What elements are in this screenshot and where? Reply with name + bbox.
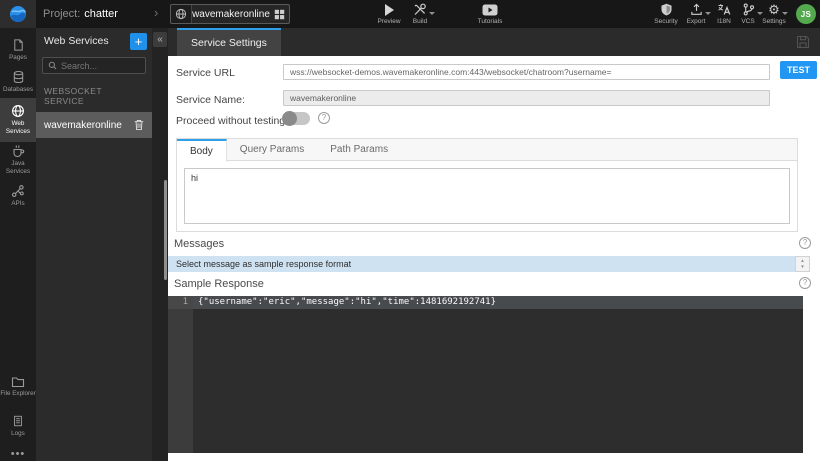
- tab-service-settings[interactable]: Service Settings: [177, 28, 281, 56]
- folder-icon: [11, 377, 25, 388]
- sidebar-item-java-services[interactable]: Java Services: [0, 140, 36, 180]
- panel-collapse-strip: «: [152, 28, 168, 461]
- save-icon[interactable]: [796, 35, 810, 49]
- page-icon: [13, 39, 23, 51]
- service-url-label: Service URL: [176, 67, 235, 79]
- project-breadcrumb: Project: chatter: [43, 0, 118, 28]
- sidebar-item-label: Web Services: [5, 120, 31, 136]
- line-number: 1: [168, 296, 193, 309]
- export-icon: [690, 3, 711, 16]
- splitter-drag-handle[interactable]: [164, 180, 167, 280]
- grid-icon[interactable]: [270, 9, 289, 20]
- service-name-input: [283, 90, 770, 106]
- add-service-button[interactable]: +: [130, 32, 147, 50]
- scroll-down-icon[interactable]: ▼: [800, 264, 804, 269]
- tab-query-params[interactable]: Query Params: [227, 139, 317, 160]
- messages-help-icon[interactable]: ?: [799, 237, 811, 249]
- service-tab-label: wavemakeronline: [192, 8, 270, 20]
- editor-code-area[interactable]: {"username":"eric","message":"hi","time"…: [193, 296, 803, 453]
- service-list-item[interactable]: wavemakeronline: [36, 112, 152, 138]
- body-input[interactable]: hi: [184, 168, 790, 224]
- coffee-cup-icon: [13, 145, 25, 158]
- globe-icon: [12, 105, 24, 117]
- proceed-toggle[interactable]: [282, 111, 310, 126]
- open-service-tab[interactable]: wavemakeronline: [170, 4, 290, 24]
- build-button[interactable]: Build: [398, 3, 442, 27]
- database-icon: [13, 71, 23, 83]
- api-nodes-icon: [11, 185, 24, 198]
- build-label: Build: [412, 18, 428, 25]
- trash-icon[interactable]: [134, 119, 144, 131]
- test-button[interactable]: TEST: [780, 61, 817, 79]
- service-item-label: wavemakeronline: [44, 119, 122, 131]
- globe-icon: [171, 5, 193, 23]
- youtube-icon: [482, 3, 498, 16]
- help-icon[interactable]: ?: [318, 112, 330, 124]
- sidebar-item-label: Java Services: [5, 160, 31, 176]
- tab-path-params[interactable]: Path Params: [317, 139, 401, 160]
- scroll-up-icon[interactable]: ▲: [800, 258, 804, 263]
- gear-icon: ⚙: [768, 3, 788, 16]
- main-area: Service Settings Service URL TEST Servic…: [168, 28, 820, 461]
- sample-response-editor[interactable]: 1 {"username":"eric","message":"hi","tim…: [168, 296, 803, 453]
- sidebar-item-file-explorer[interactable]: File Explorer: [0, 372, 36, 402]
- chevron-down-icon: [429, 12, 435, 15]
- request-params-box: Body Query Params Path Params hi: [176, 138, 798, 232]
- collapse-panel-button[interactable]: «: [153, 32, 167, 47]
- panel-title: Web Services: [44, 35, 109, 47]
- breadcrumb-chevron-icon: ›: [154, 5, 159, 20]
- sidebar-item-label: APIs: [11, 200, 25, 207]
- wavemaker-logo-icon: [10, 6, 26, 22]
- wavemaker-logo[interactable]: [0, 0, 36, 28]
- play-icon: [384, 3, 394, 16]
- sidebar-item-label: File Explorer: [0, 390, 36, 397]
- tutorials-button[interactable]: Tutorials: [468, 3, 512, 27]
- service-settings-content: Service URL TEST Service Name: Proceed w…: [168, 56, 820, 461]
- log-file-icon: [14, 415, 22, 427]
- top-bar: Project: chatter › wavemakeronline Previ…: [0, 0, 820, 28]
- sidebar-item-label: Databases: [2, 86, 34, 93]
- sample-response-label: Sample Response: [174, 278, 264, 290]
- search-icon: [48, 61, 57, 70]
- sidebar-item-label: Pages: [9, 54, 27, 61]
- left-icon-sidebar: Pages Databases Web Services Java Servic…: [0, 28, 36, 461]
- tutorials-label: Tutorials: [477, 18, 503, 25]
- sidebar-item-pages[interactable]: Pages: [0, 34, 36, 66]
- settings-label: Settings: [762, 18, 786, 25]
- sidebar-item-web-services[interactable]: Web Services: [0, 98, 36, 143]
- sidebar-item-databases[interactable]: Databases: [0, 66, 36, 98]
- messages-label: Messages: [174, 238, 225, 250]
- proceed-without-testing-label: Proceed without testing: [176, 115, 286, 127]
- service-url-input[interactable]: [283, 64, 770, 80]
- project-label: Project:: [43, 8, 81, 20]
- build-tools-icon: [413, 3, 435, 16]
- message-select-row[interactable]: Select message as sample response format: [168, 256, 795, 272]
- toggle-knob: [282, 111, 297, 126]
- shield-icon: [660, 3, 673, 16]
- search-input[interactable]: [61, 60, 140, 71]
- tab-body[interactable]: Body: [177, 139, 227, 162]
- websocket-service-section-label: WEBSOCKET SERVICE: [44, 86, 102, 106]
- editor-tab-bar: Service Settings: [168, 28, 820, 56]
- settings-button[interactable]: ⚙ Settings: [752, 3, 796, 27]
- panel-header: Web Services +: [36, 28, 152, 54]
- code-line[interactable]: {"username":"eric","message":"hi","time"…: [193, 296, 803, 309]
- sidebar-item-label: Logs: [11, 430, 25, 437]
- sample-response-help-icon[interactable]: ?: [799, 277, 811, 289]
- chevron-down-icon: [781, 12, 788, 15]
- request-tabs: Body Query Params Path Params: [177, 139, 797, 162]
- sidebar-more-icon[interactable]: •••: [0, 448, 36, 460]
- user-avatar[interactable]: JS: [796, 4, 816, 24]
- service-search[interactable]: [42, 57, 146, 74]
- sidebar-item-logs[interactable]: Logs: [0, 410, 36, 442]
- editor-gutter: 1: [168, 296, 193, 453]
- web-services-panel: Web Services + WEBSOCKET SERVICE wavemak…: [36, 28, 152, 461]
- project-name[interactable]: chatter: [84, 8, 118, 20]
- service-name-label: Service Name:: [176, 94, 245, 106]
- messages-scrollbar[interactable]: ▲ ▼: [795, 256, 810, 272]
- body-tab-panel: hi: [177, 161, 797, 236]
- sidebar-item-apis[interactable]: APIs: [0, 180, 36, 212]
